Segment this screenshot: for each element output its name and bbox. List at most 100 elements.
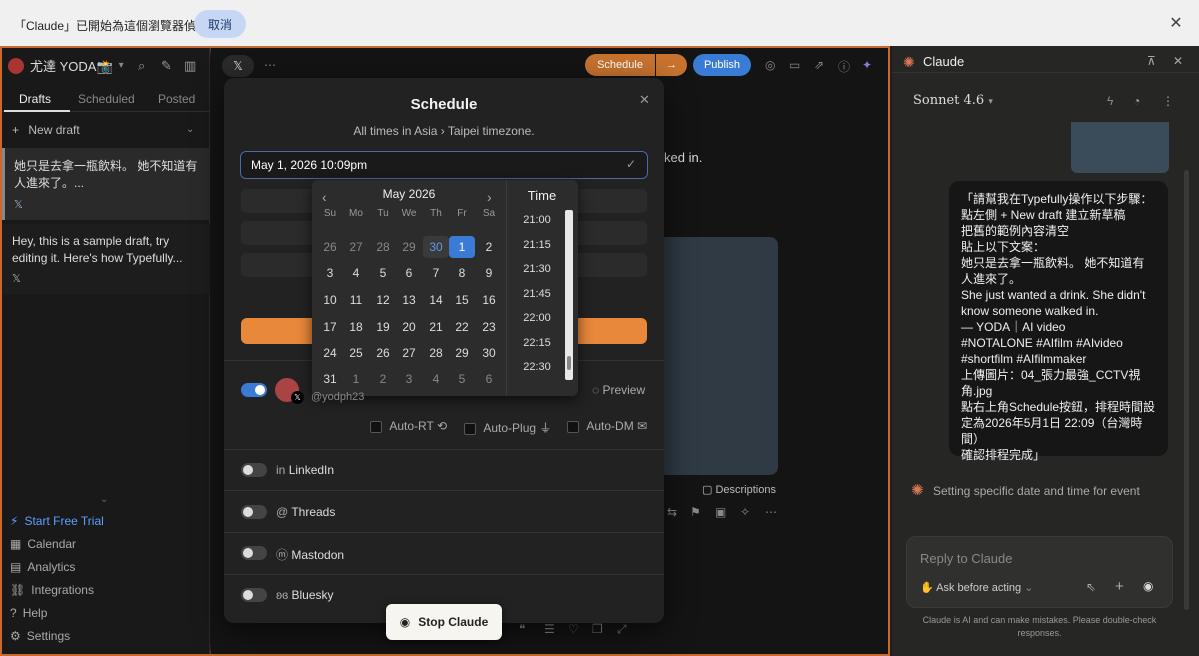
- auto-rt-checkbox[interactable]: [370, 420, 382, 433]
- calendar-day[interactable]: 5: [370, 262, 396, 284]
- calendar-day[interactable]: 16: [476, 289, 502, 311]
- calendar-day[interactable]: 1: [343, 368, 369, 390]
- calendar-day[interactable]: 1: [449, 236, 475, 258]
- calendar-day[interactable]: 27: [396, 342, 422, 364]
- calendar-day[interactable]: 20: [396, 316, 422, 338]
- scrollbar-thumb[interactable]: [567, 356, 571, 370]
- chat-icon[interactable]: ◔: [1133, 94, 1140, 108]
- close-icon[interactable]: ✕: [1167, 14, 1185, 32]
- check-icon[interactable]: ✓: [626, 157, 636, 171]
- list-item[interactable]: Hey, this is a sample draft, try editing…: [2, 224, 210, 294]
- calendar-day[interactable]: 21: [423, 316, 449, 338]
- calendar-day[interactable]: 30: [476, 342, 502, 364]
- auto-plug-option[interactable]: Auto-Plug ⏚: [464, 419, 551, 436]
- analytics-link[interactable]: ▤ Analytics: [10, 560, 75, 574]
- share-icon[interactable]: ⇗: [814, 58, 824, 72]
- chevron-down-icon[interactable]: ⌄: [186, 124, 194, 135]
- time-option[interactable]: 21:45: [506, 288, 568, 300]
- calendar-day[interactable]: 7: [423, 262, 449, 284]
- calendar-day[interactable]: 2: [476, 236, 502, 258]
- chat-scrollbar[interactable]: [1184, 170, 1189, 610]
- tab-drafts[interactable]: Drafts: [19, 92, 51, 106]
- focus-icon[interactable]: ◎: [765, 58, 775, 72]
- x-account-toggle[interactable]: [241, 383, 267, 397]
- schedule-button[interactable]: Schedule: [585, 54, 655, 76]
- descriptions-button[interactable]: ▢ Descriptions: [702, 483, 776, 496]
- cursor-icon[interactable]: ⇖: [1086, 580, 1096, 594]
- tab-scheduled[interactable]: Scheduled: [78, 92, 135, 106]
- auto-dm-option[interactable]: Auto-DM ✉: [567, 419, 647, 433]
- list-item[interactable]: 她只是去拿一瓶飲料。 她不知道有人進來了。... 𝕏: [2, 148, 210, 220]
- sidebar-toggle-icon[interactable]: ▥: [184, 58, 196, 74]
- time-scrollbar[interactable]: [565, 210, 573, 380]
- x-account-chip[interactable]: 𝕏: [222, 55, 254, 77]
- more-icon[interactable]: ⋯: [765, 505, 777, 519]
- cctv-image[interactable]: [664, 237, 778, 475]
- heart-icon[interactable]: ♡: [568, 622, 579, 636]
- publish-button[interactable]: Publish: [693, 54, 751, 76]
- calendar-day[interactable]: 4: [343, 262, 369, 284]
- calendar-day[interactable]: 22: [449, 316, 475, 338]
- calendar-day[interactable]: 28: [370, 236, 396, 258]
- format-icon[interactable]: ⇆: [667, 505, 677, 519]
- auto-plug-checkbox[interactable]: [464, 422, 476, 435]
- calendar-day[interactable]: 2: [370, 368, 396, 390]
- integrations-link[interactable]: ⛓ Integrations: [10, 583, 94, 597]
- calendar-link[interactable]: ▦ Calendar: [10, 537, 76, 551]
- tab-posted[interactable]: Posted: [158, 92, 195, 106]
- search-icon[interactable]: ⌕: [138, 58, 145, 74]
- sparkle-icon[interactable]: ✧: [740, 505, 750, 519]
- calendar-day[interactable]: 10: [317, 289, 343, 311]
- calendar-day[interactable]: 19: [370, 316, 396, 338]
- date-time-input[interactable]: May 1, 2026 10:09pm: [240, 151, 648, 179]
- ai-icon[interactable]: ✦: [862, 58, 872, 72]
- bolt-icon[interactable]: ϟ: [1107, 94, 1113, 108]
- calendar-day[interactable]: 31: [317, 368, 343, 390]
- bluesky-toggle[interactable]: [241, 588, 267, 602]
- calendar-day[interactable]: 15: [449, 289, 475, 311]
- cancel-debug-button[interactable]: 取消: [194, 10, 246, 38]
- calendar-day[interactable]: 26: [370, 342, 396, 364]
- calendar-day[interactable]: 8: [449, 262, 475, 284]
- expand-icon[interactable]: ⤢: [617, 622, 627, 637]
- calendar-day[interactable]: 24: [317, 342, 343, 364]
- time-option[interactable]: 21:30: [506, 263, 568, 275]
- quote-icon[interactable]: ❝: [519, 622, 525, 636]
- time-option[interactable]: 22:00: [506, 312, 568, 324]
- workspace-switcher[interactable]: 尤達 YODA📸 ▾: [8, 56, 124, 75]
- mastodon-toggle[interactable]: [241, 546, 267, 560]
- calendar-day[interactable]: 25: [343, 342, 369, 364]
- timezone-subtitle[interactable]: All times in Asia › Taipei timezone.: [224, 124, 664, 138]
- auto-rt-option[interactable]: Auto-RT ⟲: [370, 419, 447, 433]
- compose-icon[interactable]: ✎: [161, 58, 172, 74]
- settings-link[interactable]: ⚙ Settings: [10, 629, 70, 643]
- publish-next-slot-button[interactable]: →: [656, 54, 687, 76]
- calendar-day[interactable]: 3: [396, 368, 422, 390]
- calendar-day[interactable]: 26: [317, 236, 343, 258]
- calendar-day[interactable]: 12: [370, 289, 396, 311]
- image-icon[interactable]: ▣: [715, 505, 726, 519]
- calendar-day[interactable]: 28: [423, 342, 449, 364]
- more-icon[interactable]: ⋯: [264, 58, 276, 72]
- uploaded-image-thumbnail[interactable]: [1071, 122, 1169, 173]
- flag-icon[interactable]: ⚑: [690, 505, 701, 519]
- calendar-day[interactable]: 11: [343, 289, 369, 311]
- calendar-day[interactable]: 17: [317, 316, 343, 338]
- bluesky-account[interactable]: ʚɞ Bluesky: [276, 588, 334, 602]
- linkedin-account[interactable]: in LinkedIn: [276, 463, 334, 477]
- calendar-day[interactable]: 5: [449, 368, 475, 390]
- draft-text-snippet[interactable]: ked in.: [664, 150, 702, 165]
- reply-input[interactable]: Reply to Claude: [920, 551, 1013, 566]
- help-link[interactable]: ? Help: [10, 606, 47, 620]
- model-selector[interactable]: Sonnet 4.6 ▾: [913, 93, 993, 108]
- list-icon[interactable]: ☰: [544, 622, 555, 636]
- threads-toggle[interactable]: [241, 505, 267, 519]
- calendar-day[interactable]: 29: [449, 342, 475, 364]
- stop-claude-button[interactable]: ◉ Stop Claude: [386, 604, 502, 640]
- plus-icon[interactable]: +: [1115, 578, 1124, 595]
- calendar-day[interactable]: 30: [423, 236, 449, 258]
- calendar-day[interactable]: 4: [423, 368, 449, 390]
- close-icon[interactable]: ✕: [639, 92, 650, 108]
- threads-account[interactable]: @ Threads: [276, 505, 335, 519]
- calendar-day[interactable]: 13: [396, 289, 422, 311]
